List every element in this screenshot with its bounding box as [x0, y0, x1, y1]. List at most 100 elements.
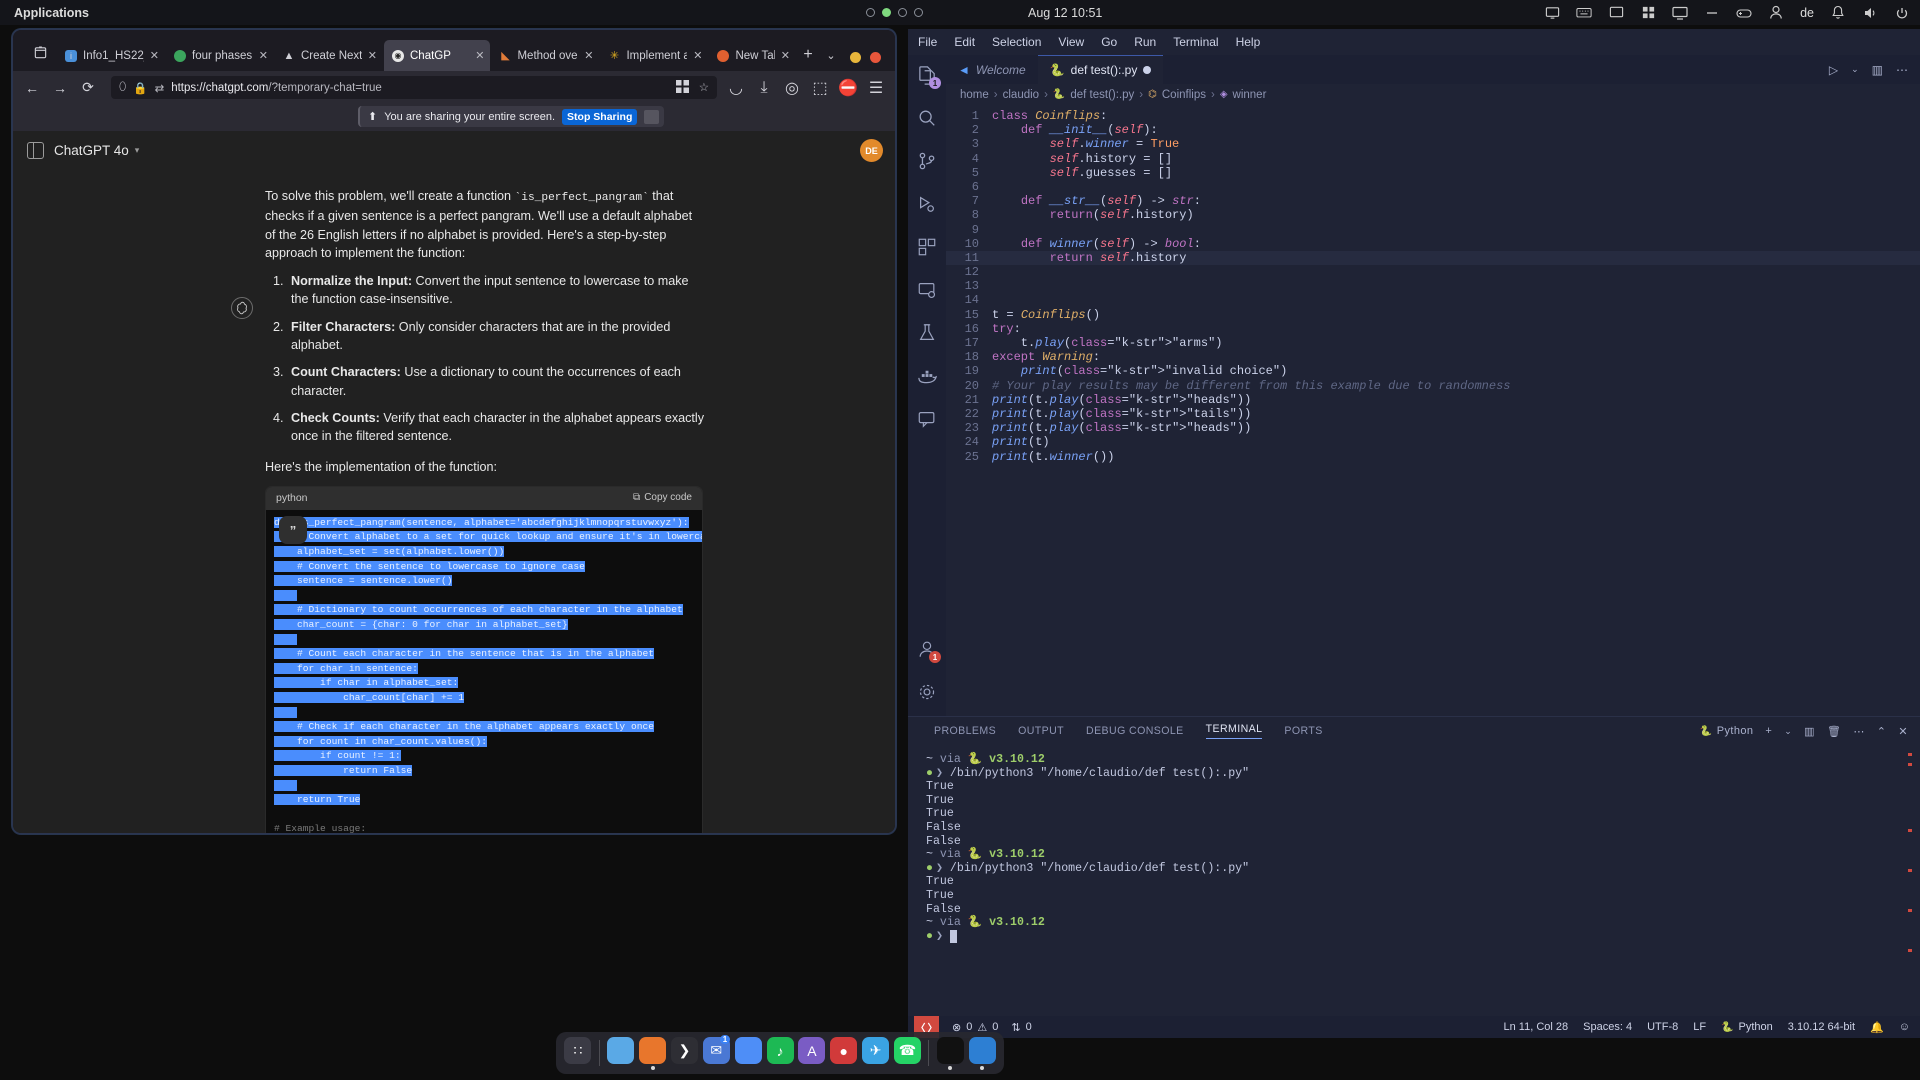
adblock-icon[interactable]: ⛔ [838, 79, 858, 97]
code-line[interactable]: 22 print(t.play(class="k-str">"tails")) [946, 407, 1920, 421]
breadcrumb-claudio[interactable]: claudio [1003, 89, 1039, 101]
dock-item-whatsapp[interactable]: ☎ [892, 1034, 924, 1072]
avatar[interactable]: DE [860, 139, 883, 162]
new-tab-button[interactable]: + [796, 42, 820, 68]
code-line[interactable]: 7 def __str__(self) -> str: [946, 194, 1920, 208]
keyboard-layout[interactable]: de [1800, 6, 1814, 20]
applications-menu[interactable]: Applications [14, 6, 89, 20]
cursor-position[interactable]: Ln 11, Col 28 [1504, 1021, 1569, 1033]
code-line[interactable]: 8 return(self.history) [946, 208, 1920, 222]
reload-icon[interactable]: ⟳ [79, 79, 97, 97]
dock-item-spotify[interactable]: ♪ [764, 1034, 796, 1072]
code-line[interactable]: 15 t = Coinflips() [946, 308, 1920, 322]
code-line[interactable]: 20 # Your play results may be different f… [946, 379, 1920, 393]
code-line[interactable]: 13 [946, 279, 1920, 293]
kill-terminal-icon[interactable]: 🗑 [1827, 725, 1841, 738]
feedback-icon[interactable]: ☺ [1899, 1021, 1910, 1033]
code-line[interactable]: 4 self.history = [] [946, 152, 1920, 166]
menu-file[interactable]: File [918, 35, 937, 49]
bell-icon[interactable] [1830, 5, 1846, 21]
browser-tab-2[interactable]: ▲ Create Next Ap ✕ [275, 40, 383, 71]
indentation[interactable]: Spaces: 4 [1583, 1021, 1632, 1033]
browser-tab-1[interactable]: four phases of ✕ [166, 40, 274, 71]
new-terminal-button[interactable]: + [1765, 725, 1772, 737]
keyboard-icon[interactable] [1576, 5, 1592, 21]
tab-close-icon[interactable]: ✕ [150, 49, 159, 62]
search-icon[interactable] [915, 106, 939, 130]
panel-tab-terminal[interactable]: TERMINAL [1205, 723, 1263, 739]
dock-item-chatgpt-app[interactable] [934, 1034, 966, 1072]
dock-item-browser-chromium[interactable] [732, 1034, 764, 1072]
workspace-dot-3[interactable] [898, 8, 907, 17]
eol-sequence[interactable]: LF [1693, 1021, 1706, 1033]
model-selector[interactable]: ChatGPT 4o ▾ [54, 143, 139, 158]
terminal-dropdown-icon[interactable]: ⌄ [1784, 726, 1792, 737]
dock-item-recorder[interactable]: ● [828, 1034, 860, 1072]
breadcrumb-class[interactable]: Coinflips [1162, 89, 1206, 101]
stop-sharing-button[interactable]: Stop Sharing [562, 108, 638, 125]
menu-selection[interactable]: Selection [992, 35, 1041, 49]
minimize-icon[interactable] [1704, 5, 1720, 21]
ports-status[interactable]: ⇅ 0 [1011, 1021, 1031, 1034]
browser-tab-3[interactable]: ◉ ChatGPT ✕ [384, 40, 491, 71]
code-line[interactable]: 12 [946, 265, 1920, 279]
tab-close-icon[interactable]: ✕ [475, 49, 484, 62]
run-python-file-icon[interactable]: ▷ [1829, 63, 1838, 77]
close-panel-icon[interactable]: ✕ [1898, 725, 1908, 738]
code-line[interactable]: 23 print(t.play(class="k-str">"heads")) [946, 421, 1920, 435]
code-editor[interactable]: 1 class Coinflips: 2 def __init__(self): 3 … [946, 105, 1920, 716]
chat-icon[interactable] [915, 407, 939, 431]
user-icon[interactable] [1768, 5, 1784, 21]
code-line[interactable]: 14 [946, 293, 1920, 307]
docker-icon[interactable] [915, 364, 939, 388]
dock-item-obsidian[interactable]: A [796, 1034, 828, 1072]
back-icon[interactable]: ← [23, 79, 41, 97]
display-icon[interactable] [1608, 5, 1624, 21]
tab-welcome[interactable]: ◄ Welcome [946, 55, 1038, 84]
terminal-shell-selector[interactable]: 🐍 Python [1700, 725, 1754, 737]
monitor-icon[interactable] [1672, 5, 1688, 21]
python-interpreter[interactable]: 3.10.12 64-bit [1788, 1021, 1855, 1033]
settings-gear-icon[interactable] [915, 680, 939, 704]
dock-item-mail[interactable]: ✉ 1 [700, 1034, 732, 1072]
code-line[interactable]: 3 self.winner = True [946, 137, 1920, 151]
tab-close-icon[interactable]: ✕ [368, 49, 377, 62]
menu-go[interactable]: Go [1101, 35, 1117, 49]
forward-icon[interactable]: → [51, 79, 69, 97]
run-chevron-down-icon[interactable]: ⌄ [1851, 64, 1859, 75]
workspace-dot-2[interactable] [882, 8, 891, 17]
downloads-icon[interactable]: ⤓ [755, 79, 773, 97]
workspace-dot-1[interactable] [866, 8, 875, 17]
menu-run[interactable]: Run [1134, 35, 1156, 49]
maximize-panel-icon[interactable]: ⌃ [1877, 725, 1887, 738]
list-all-tabs-icon[interactable] [27, 39, 53, 65]
browser-tab-6[interactable]: New Tab ✕ [709, 40, 796, 71]
address-bar[interactable]: ⬯ 🔒 ⇄ https://chatgpt.com/?temporary-cha… [111, 76, 717, 99]
screen-share-icon[interactable] [1544, 5, 1560, 21]
dock-item-telegram[interactable]: ✈ [860, 1034, 892, 1072]
power-icon[interactable] [1894, 5, 1910, 21]
panel-tab-ports[interactable]: PORTS [1284, 725, 1322, 737]
panel-more-icon[interactable]: ⋯ [1853, 725, 1864, 738]
language-mode[interactable]: 🐍 Python [1721, 1021, 1773, 1033]
bookmark-star-icon[interactable]: ☆ [699, 80, 709, 96]
panel-tab-output[interactable]: OUTPUT [1018, 725, 1064, 737]
workspace-switcher[interactable] [866, 0, 923, 25]
translate-icon[interactable]: ⇄ [155, 81, 165, 95]
tab-close-icon[interactable]: ✕ [693, 49, 702, 62]
copy-code-button[interactable]: ⧉ Copy code [633, 489, 692, 507]
dock-item-files[interactable] [605, 1034, 637, 1072]
source-control-icon[interactable] [915, 149, 939, 173]
testing-icon[interactable] [915, 321, 939, 345]
menu-help[interactable]: Help [1236, 35, 1261, 49]
split-editor-icon[interactable]: ▥ [1872, 63, 1883, 77]
pocket-icon[interactable]: ◡ [727, 79, 745, 97]
chat-scroll-area[interactable]: To solve this problem, we'll create a fu… [13, 169, 895, 833]
container-icon[interactable]: ◎ [783, 79, 801, 97]
menu-terminal[interactable]: Terminal [1173, 35, 1218, 49]
tab-close-icon[interactable]: ✕ [259, 49, 268, 62]
workspace-dot-4[interactable] [914, 8, 923, 17]
volume-icon[interactable] [1862, 5, 1878, 21]
code-line[interactable]: 16 try: [946, 322, 1920, 336]
code-line[interactable]: 10 def winner(self) -> bool: [946, 237, 1920, 251]
